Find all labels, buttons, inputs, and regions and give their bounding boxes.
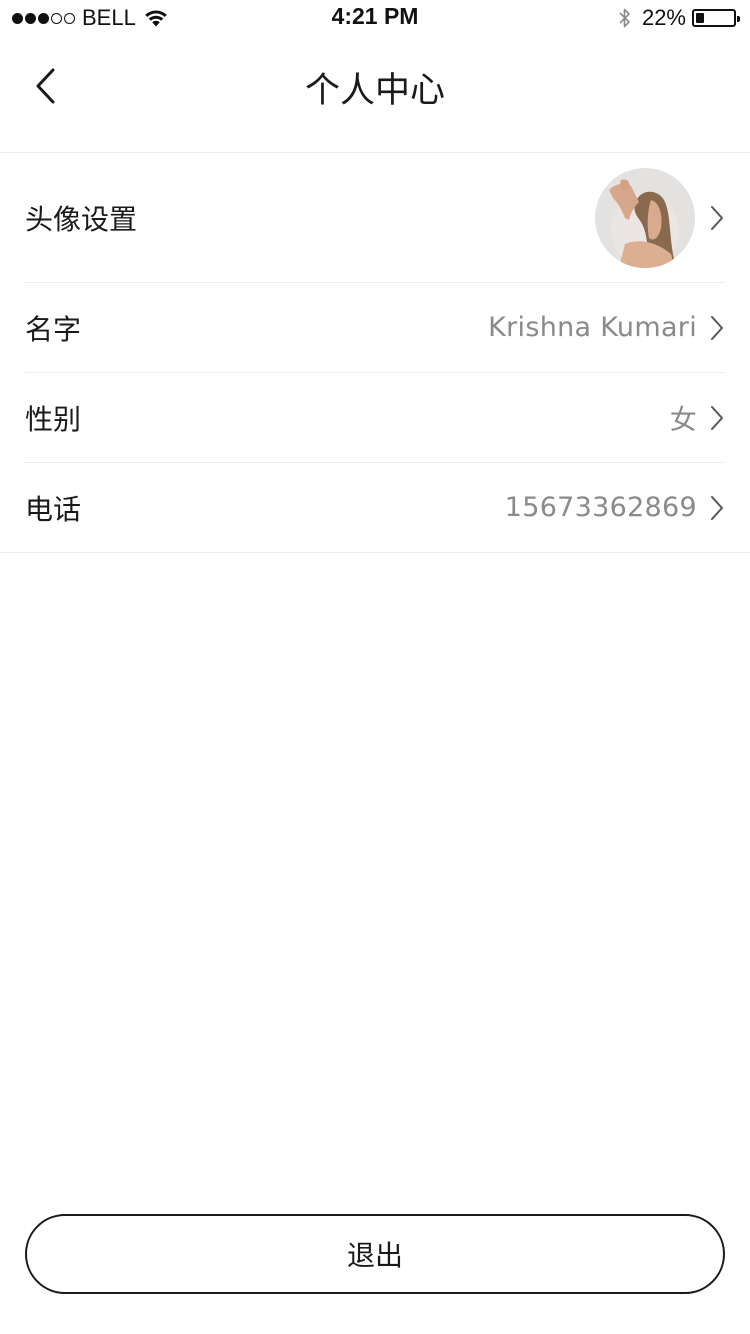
avatar-setting-label: 头像设置	[25, 203, 138, 236]
battery-fill	[696, 13, 704, 23]
name-value: Krishna Kumari	[488, 312, 697, 343]
battery-icon	[692, 9, 740, 27]
gender-value: 女	[669, 405, 697, 436]
chevron-right-icon	[711, 495, 723, 520]
phone-row[interactable]: 电话 15673362869	[0, 463, 750, 553]
avatar[interactable]	[595, 168, 695, 268]
status-bar: BELL 4:21 PM 22%	[0, 0, 750, 36]
phone-row-right: 15673362869	[505, 492, 725, 523]
avatar-photo	[595, 168, 695, 268]
avatar-setting-row[interactable]: 头像设置	[25, 154, 725, 283]
page-title: 个人中心	[304, 71, 445, 111]
chevron-right-icon	[711, 405, 723, 430]
bluetooth-icon	[619, 8, 630, 28]
gender-label: 性别	[25, 402, 82, 436]
status-right: 22%	[618, 4, 740, 32]
chevron-right-icon	[711, 315, 723, 340]
chevron-right-icon	[711, 206, 723, 230]
profile-list: 头像设置 名字 Krishna Kumari 性别 女 电话 156733628…	[0, 154, 750, 553]
phone-value: 15673362869	[504, 492, 697, 523]
battery-tip	[737, 16, 740, 22]
name-label: 名字	[25, 312, 82, 346]
avatar-row-right	[595, 168, 725, 268]
phone-label: 电话	[25, 492, 82, 526]
name-row[interactable]: 名字 Krishna Kumari	[25, 283, 725, 373]
battery-percentage: 22%	[641, 5, 686, 30]
name-row-right: Krishna Kumari	[488, 312, 725, 343]
gender-row[interactable]: 性别 女	[25, 373, 725, 463]
gender-row-right: 女	[670, 398, 725, 437]
nav-bar: 个人中心	[0, 36, 750, 153]
logout-button[interactable]: 退出	[25, 1214, 725, 1294]
